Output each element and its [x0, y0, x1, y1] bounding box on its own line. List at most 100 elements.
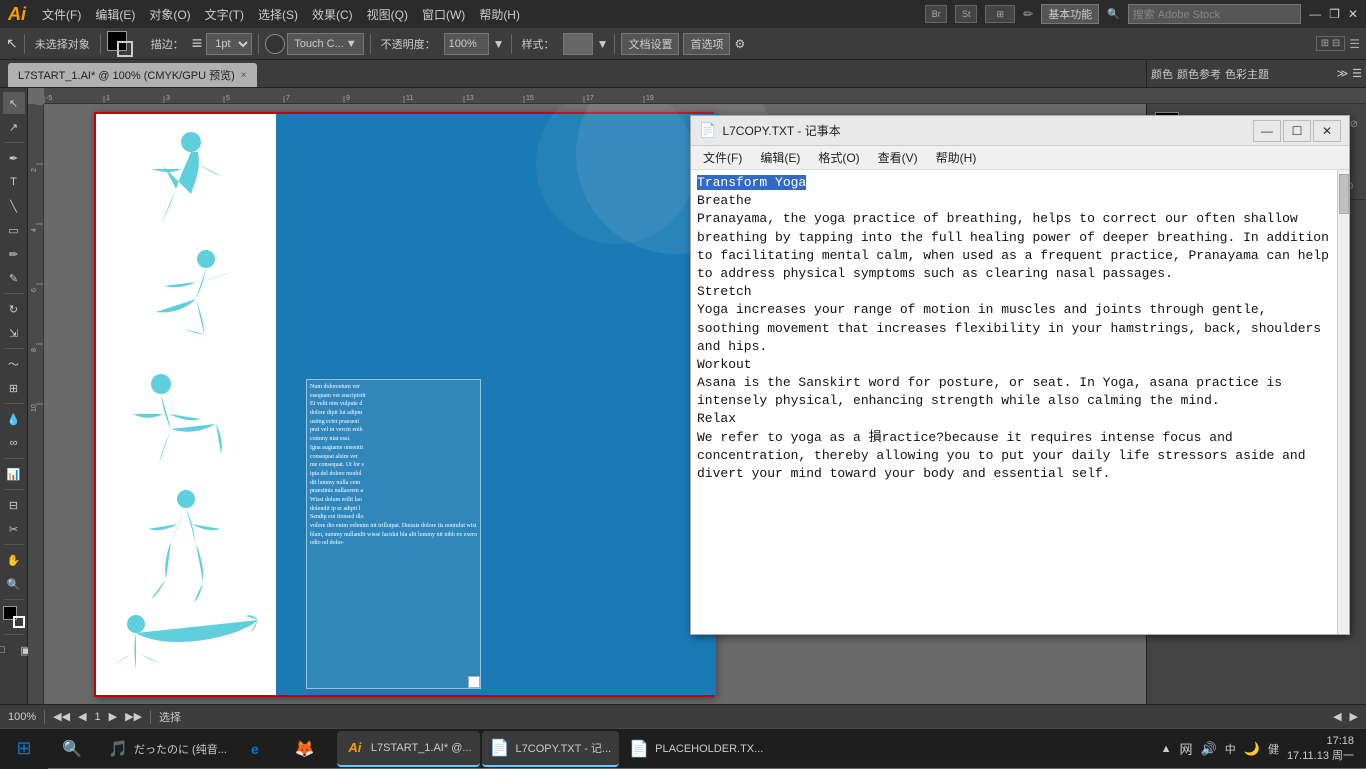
text-box[interactable]: Num doloreetum ver esequam ver suscipist…: [306, 379, 481, 689]
tray-security-icon[interactable]: 🌙: [1244, 741, 1260, 757]
taskbar-notepad1[interactable]: 📄 L7COPY.TXT - 记...: [482, 731, 620, 767]
minimize-btn[interactable]: —: [1309, 7, 1321, 21]
music-icon: 🎵: [108, 739, 128, 759]
status-arrow-left[interactable]: ◀: [1333, 710, 1341, 723]
bridge-icon[interactable]: Br: [925, 5, 947, 23]
direct-select-tool[interactable]: ↗: [3, 116, 25, 138]
status-arrow-right[interactable]: ▶: [1350, 710, 1358, 723]
notepad-scroll-thumb[interactable]: [1339, 174, 1349, 214]
color-guide-tab[interactable]: 颜色参考: [1177, 66, 1221, 82]
stock-icon[interactable]: St: [955, 5, 977, 23]
align-icons[interactable]: ⊞ ⊟: [1316, 36, 1346, 51]
page-next[interactable]: ▶: [109, 710, 117, 723]
stroke-width-select[interactable]: 1pt: [206, 33, 252, 55]
doc-tab-close[interactable]: ×: [241, 70, 247, 81]
taskbar-search-button[interactable]: 🔍: [48, 729, 96, 769]
notepad-view[interactable]: 查看(V): [870, 147, 926, 168]
stroke-swatch[interactable]: [117, 41, 133, 57]
shape-tool[interactable]: ▭: [3, 219, 25, 241]
slice-tool[interactable]: ✂: [3, 518, 25, 540]
pen-icon[interactable]: ✏: [1023, 7, 1033, 21]
notepad-close[interactable]: ✕: [1313, 120, 1341, 142]
menu-help[interactable]: 帮助(H): [473, 4, 526, 25]
brush-select-btn[interactable]: Touch C... ▼: [287, 33, 363, 55]
notepad-restore[interactable]: ☐: [1283, 120, 1311, 142]
notepad-text[interactable]: Transform Yoga Breathe Pranayama, the yo…: [691, 170, 1349, 487]
document-tab[interactable]: L7START_1.AI* @ 100% (CMYK/GPU 预览) ×: [8, 63, 257, 87]
type-tool[interactable]: T: [3, 171, 25, 193]
menu-object[interactable]: 对象(O): [143, 4, 196, 25]
panel-expand-icon[interactable]: ≫: [1337, 67, 1349, 80]
more-options-icon[interactable]: ☰: [1349, 37, 1360, 51]
style-dropdown-icon[interactable]: ▼: [597, 37, 609, 51]
select-tool[interactable]: ↖: [3, 92, 25, 114]
opacity-input[interactable]: [444, 33, 489, 55]
menu-view[interactable]: 视图(Q): [361, 4, 414, 25]
taskbar-clock[interactable]: 17:18 17.11.13 周一: [1287, 735, 1362, 763]
prev-btn[interactable]: ◀◀: [53, 710, 70, 723]
pen-tool[interactable]: ✒: [3, 147, 25, 169]
grid-icon[interactable]: ⊞: [985, 5, 1015, 23]
eyedropper-tool[interactable]: 💧: [3, 408, 25, 430]
notepad-format[interactable]: 格式(O): [810, 147, 867, 168]
color-none-icon[interactable]: ⊘: [1350, 119, 1358, 130]
taskbar-notepad2[interactable]: 📄 PLACEHOLDER.TX...: [621, 731, 771, 767]
panel-menu-icon[interactable]: ☰: [1352, 67, 1362, 80]
page-prev[interactable]: ◀: [78, 710, 86, 723]
options-icon[interactable]: ⚙: [734, 37, 745, 51]
adobe-stock-search[interactable]: 搜索 Adobe Stock: [1128, 4, 1301, 24]
notepad-help[interactable]: 帮助(H): [928, 147, 985, 168]
restore-btn[interactable]: ❐: [1329, 7, 1340, 21]
page-number[interactable]: 1: [95, 711, 101, 723]
notepad-edit[interactable]: 编辑(E): [752, 147, 808, 168]
rotate-tool[interactable]: ↻: [3, 298, 25, 320]
resize-handle[interactable]: [468, 676, 480, 688]
notepad-scrollbar[interactable]: [1337, 170, 1349, 634]
tray-up-arrow[interactable]: ▲: [1161, 743, 1172, 755]
menu-edit[interactable]: 编辑(E): [89, 4, 141, 25]
fill-stroke-tool[interactable]: [3, 606, 25, 628]
show-desktop-btn[interactable]: [1362, 729, 1366, 769]
blend-tool[interactable]: ∞: [3, 432, 25, 454]
menu-effect[interactable]: 效果(C): [306, 4, 359, 25]
tray-volume-icon[interactable]: 🔊: [1201, 741, 1217, 757]
svg-text:5: 5: [226, 95, 230, 102]
tray-network-icon[interactable]: 网: [1180, 739, 1193, 758]
menu-select[interactable]: 选择(S): [252, 4, 304, 25]
style-swatch[interactable]: [563, 33, 593, 55]
normal-view-tool[interactable]: □: [0, 639, 13, 661]
notepad-body: Breathe Pranayama, the yoga practice of …: [697, 193, 1329, 481]
brush-color-swatch[interactable]: [265, 34, 285, 54]
notepad-file[interactable]: 文件(F): [695, 147, 750, 168]
start-button[interactable]: ⊞: [0, 729, 48, 769]
next-btn[interactable]: ▶▶: [125, 710, 142, 723]
opacity-dropdown-icon[interactable]: ▼: [493, 37, 505, 51]
zoom-tool[interactable]: 🔍: [3, 573, 25, 595]
free-transform-tool[interactable]: ⊞: [3, 377, 25, 399]
color-panel-tab[interactable]: 颜色: [1151, 66, 1173, 82]
line-tool[interactable]: ╲: [3, 195, 25, 217]
color-theme-tab[interactable]: 色彩主题: [1225, 66, 1269, 82]
doc-settings-btn[interactable]: 文档设置: [621, 33, 679, 55]
scale-tool[interactable]: ⇲: [3, 322, 25, 344]
notepad-minimize[interactable]: —: [1253, 120, 1281, 142]
artboard-tool[interactable]: ⊟: [3, 494, 25, 516]
pencil-tool[interactable]: ✎: [3, 267, 25, 289]
hand-tool[interactable]: ✋: [3, 549, 25, 571]
taskbar-music[interactable]: 🎵 だったのに (纯音...: [100, 731, 235, 767]
paint-tool[interactable]: ✏: [3, 243, 25, 265]
menu-text[interactable]: 文字(T): [199, 4, 250, 25]
preferences-btn[interactable]: 首选项: [683, 33, 730, 55]
close-btn-app[interactable]: ✕: [1348, 7, 1358, 21]
graph-tool[interactable]: 📊: [3, 463, 25, 485]
basic-function-btn[interactable]: 基本功能: [1041, 4, 1099, 24]
tray-ime-label[interactable]: 中: [1225, 741, 1236, 757]
menu-bar: Ai 文件(F) 编辑(E) 对象(O) 文字(T) 选择(S) 效果(C) 视…: [0, 0, 1366, 28]
warp-tool[interactable]: 〜: [3, 353, 25, 375]
tray-lang-icon[interactable]: 健: [1268, 741, 1279, 757]
taskbar-edge[interactable]: e: [237, 731, 285, 767]
taskbar-firefox[interactable]: 🦊: [287, 731, 335, 767]
taskbar-illustrator[interactable]: Ai L7START_1.AI* @...: [337, 731, 480, 767]
menu-window[interactable]: 窗口(W): [416, 4, 471, 25]
menu-file[interactable]: 文件(F): [36, 4, 87, 25]
